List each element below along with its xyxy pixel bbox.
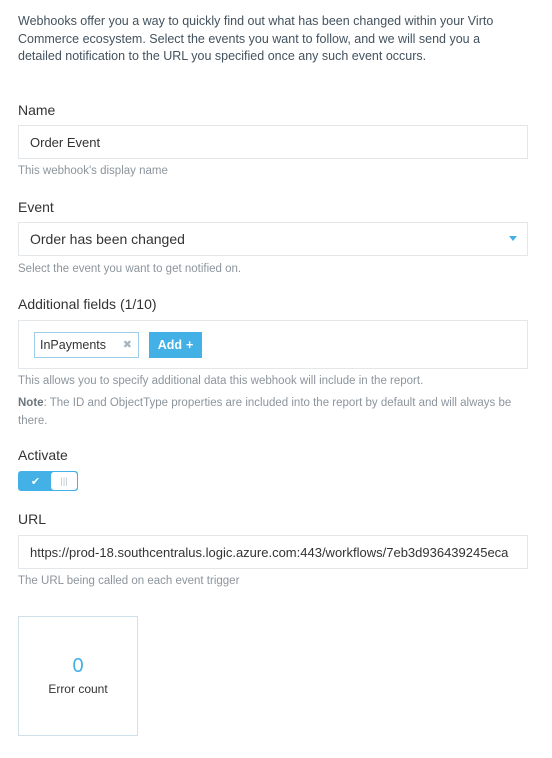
tag-item: InPayments ✖ bbox=[34, 332, 139, 358]
name-label: Name bbox=[18, 102, 56, 118]
plus-icon: + bbox=[186, 338, 194, 352]
error-count-card[interactable]: 0 Error count bbox=[18, 616, 138, 736]
add-field-button[interactable]: Add + bbox=[149, 332, 202, 358]
chevron-down-icon[interactable] bbox=[509, 236, 517, 241]
error-count-value: 0 bbox=[72, 655, 84, 677]
additional-fields-note: Note: The ID and ObjectType properties a… bbox=[18, 395, 533, 430]
close-icon[interactable]: ✖ bbox=[123, 339, 132, 351]
tag-label: InPayments bbox=[40, 338, 107, 352]
name-hint: This webhook's display name bbox=[18, 165, 168, 177]
grip-icon: ||| bbox=[51, 472, 77, 490]
url-input-value: https://prod-18.southcentralus.logic.azu… bbox=[30, 544, 509, 560]
note-text: : The ID and ObjectType properties are i… bbox=[18, 397, 512, 427]
event-label: Event bbox=[18, 199, 54, 215]
name-input[interactable]: Order Event bbox=[18, 125, 528, 159]
url-input[interactable]: https://prod-18.southcentralus.logic.azu… bbox=[18, 535, 528, 569]
check-icon: ✔ bbox=[30, 475, 41, 488]
intro-text: Webhooks offer you a way to quickly find… bbox=[18, 14, 494, 63]
error-count-label: Error count bbox=[48, 682, 108, 696]
name-input-value: Order Event bbox=[30, 134, 101, 150]
add-button-label: Add bbox=[157, 338, 182, 352]
event-select-value: Order has been changed bbox=[30, 231, 185, 247]
event-hint: Select the event you want to get notifie… bbox=[18, 263, 242, 275]
additional-fields-label: Additional fields (1/10) bbox=[18, 296, 157, 312]
additional-fields-input[interactable]: InPayments ✖ Add + bbox=[18, 320, 528, 369]
url-label: URL bbox=[18, 511, 47, 527]
event-select[interactable]: Order has been changed bbox=[18, 222, 528, 256]
activate-toggle[interactable]: ✔ ||| bbox=[18, 471, 78, 491]
note-label: Note bbox=[18, 397, 44, 409]
url-hint: The URL being called on each event trigg… bbox=[18, 575, 240, 587]
activate-label: Activate bbox=[18, 447, 68, 463]
additional-fields-hint: This allows you to specify additional da… bbox=[18, 375, 424, 387]
